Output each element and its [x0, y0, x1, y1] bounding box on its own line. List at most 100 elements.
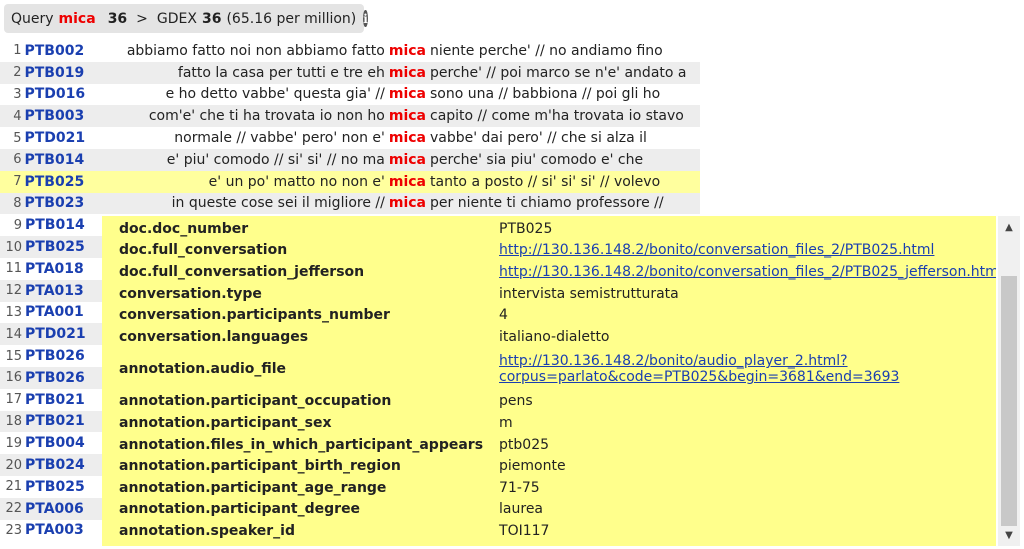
info-key: annotation.participant_age_range — [119, 479, 387, 496]
row-number: 14 — [5, 326, 22, 342]
row-number: 11 — [5, 261, 22, 277]
info-row: annotation.participant_birth_region piemo… — [102, 455, 996, 477]
info-key: annotation.participant_occupation — [119, 393, 392, 410]
info-row: conversation.type intervista semistruttur… — [102, 283, 996, 305]
right-context: capito // come m'ha trovata io stavo — [430, 108, 684, 125]
right-context: vabbe' dai pero' // che si alza il — [430, 130, 647, 147]
document-info-popup: doc.doc_number PTB025 doc.full_conversatio… — [102, 216, 996, 546]
info-value-cell: http://130.136.148.2/bonito/conversation… — [483, 261, 996, 283]
info-row: conversation.participants_number 4 — [102, 304, 996, 326]
info-key: annotation.participant_degree — [119, 501, 361, 518]
keyword-match[interactable]: mica — [385, 195, 430, 211]
left-context: abbiamo fatto noi non abbiamo fatto — [126, 42, 385, 59]
info-key: doc.doc_number — [119, 220, 249, 237]
concordance-row: 1 PTB002 abbiamo fatto noi non abbiamo fat… — [0, 40, 700, 62]
row-number: 13 — [5, 304, 22, 320]
row-doc-id-link[interactable]: PTB014 — [25, 217, 97, 233]
info-key: annotation.files_in_which_participant_ap… — [119, 436, 484, 453]
row-doc-id-link[interactable]: PTA003 — [25, 522, 97, 538]
info-value-cell: intervista semistrutturata — [483, 283, 996, 305]
keyword-match[interactable]: mica — [385, 152, 430, 168]
row-doc-id-link[interactable]: PTD021 — [25, 130, 95, 146]
document-info-table: doc.doc_number PTB025 doc.full_conversatio… — [102, 218, 996, 542]
row-number: 16 — [5, 370, 22, 386]
row-doc-id-link[interactable]: PTB002 — [25, 43, 95, 59]
row-doc-id-link[interactable]: PTB025 — [25, 174, 95, 190]
row-number: 20 — [5, 457, 22, 473]
info-row: annotation.participant_occupation pens — [102, 391, 996, 413]
keyword-match[interactable]: mica — [385, 65, 430, 81]
info-row: doc.full_conversation_jefferson http://13… — [102, 261, 996, 283]
keyword-match[interactable]: mica — [385, 86, 430, 102]
row-doc-id-link[interactable]: PTB014 — [25, 152, 95, 168]
info-value-link[interactable]: http://130.136.148.2/bonito/conversation… — [499, 242, 934, 258]
query-label: Query — [11, 10, 54, 27]
row-doc-id-link[interactable]: PTB019 — [25, 65, 95, 81]
info-row: annotation.participant_sex m — [102, 412, 996, 434]
row-context: normale // vabbe' pero' non e' mica vabbe'… — [95, 130, 700, 146]
right-context: niente perche' // no andiamo fino — [430, 42, 663, 59]
filter-hit-count: 36 — [201, 10, 222, 27]
row-doc-id-link[interactable]: PTB021 — [25, 413, 97, 429]
row-doc-id-link[interactable]: PTB021 — [25, 392, 97, 408]
popup-scrollbar[interactable]: ▲ ▼ — [998, 216, 1020, 546]
info-value-cell: laurea — [483, 499, 996, 521]
row-doc-id-link[interactable]: PTA013 — [25, 283, 97, 299]
row-context: in queste cose sei il migliore //mica per… — [95, 195, 700, 211]
info-key: doc.full_conversation — [119, 242, 288, 259]
info-key: annotation.audio_file — [119, 361, 287, 378]
row-number: 23 — [5, 522, 22, 538]
info-value-cell: 71-75 — [483, 477, 996, 499]
row-doc-id-link[interactable]: PTB004 — [25, 435, 97, 451]
row-doc-id-link[interactable]: PTB026 — [25, 348, 97, 364]
info-value-link[interactable]: http://130.136.148.2/bonito/audio_player… — [499, 353, 899, 385]
info-row: doc.doc_number PTB025 — [102, 218, 996, 240]
left-context: com'e' che ti ha trovata io non ho — [148, 108, 385, 125]
info-row: doc.full_conversation http://130.136.148.… — [102, 240, 996, 262]
concordance-row: 2 PTB019 fatto la casa per tutti e tre eh m… — [0, 61, 700, 84]
row-number: 4 — [13, 108, 22, 124]
row-doc-id-link[interactable]: PTB003 — [25, 108, 95, 124]
scroll-up-arrow-icon[interactable]: ▲ — [998, 218, 1020, 236]
keyword-match[interactable]: mica — [385, 130, 430, 146]
left-context: normale // vabbe' pero' non e' — [174, 130, 385, 147]
keyword-match[interactable]: mica — [385, 174, 430, 190]
row-number: 12 — [5, 283, 22, 299]
row-doc-id-link[interactable]: PTA001 — [25, 304, 97, 320]
info-row: conversation.languages italiano-dialetto — [102, 326, 996, 348]
info-icon[interactable]: i — [363, 10, 368, 27]
row-doc-id-link[interactable]: PTB024 — [25, 457, 97, 473]
info-row: annotation.audio_file http://130.136.148.… — [102, 348, 996, 391]
row-number: 8 — [13, 195, 22, 211]
row-doc-id-link[interactable]: PTB025 — [25, 239, 97, 255]
row-doc-id-link[interactable]: PTB026 — [25, 370, 97, 386]
row-doc-id-link[interactable]: PTA006 — [25, 501, 97, 517]
info-value-cell: piemonte — [483, 455, 996, 477]
info-row: annotation.files_in_which_participant_ap… — [102, 434, 996, 456]
row-doc-id-link[interactable]: PTD016 — [25, 86, 95, 102]
info-key: conversation.type — [119, 285, 262, 302]
row-number: 21 — [5, 479, 22, 495]
left-context: fatto la casa per tutti e tre eh — [177, 64, 385, 81]
row-number: 19 — [5, 435, 22, 451]
row-number: 6 — [13, 152, 22, 168]
row-doc-id-link[interactable]: PTA018 — [25, 261, 97, 277]
info-value: laurea — [499, 501, 544, 518]
scroll-thumb[interactable] — [1001, 276, 1017, 526]
info-value-cell: m — [483, 412, 996, 434]
scroll-down-arrow-icon[interactable]: ▼ — [998, 526, 1020, 544]
concordance-row: 4 PTB003 com'e' che ti ha trovata io non h… — [0, 105, 700, 128]
info-value: 71-75 — [499, 479, 540, 496]
concordance-row: 8 PTB023 in queste cose sei il migliore //… — [0, 192, 700, 215]
info-value-cell: pens — [483, 391, 996, 413]
info-value-link[interactable]: http://130.136.148.2/bonito/conversation… — [499, 264, 996, 280]
keyword-match[interactable]: mica — [385, 43, 430, 59]
info-row: annotation.speaker_id TOI117 — [102, 520, 996, 542]
row-doc-id-link[interactable]: PTB023 — [25, 195, 95, 211]
row-context: com'e' che ti ha trovata io non ho mica ca… — [95, 108, 700, 124]
concordance-row: 7 PTB025 e' un po' matto no non e' mica tant… — [0, 170, 700, 193]
keyword-match[interactable]: mica — [385, 108, 430, 124]
info-key: doc.full_conversation_jefferson — [119, 263, 365, 280]
row-doc-id-link[interactable]: PTD021 — [25, 326, 97, 342]
row-doc-id-link[interactable]: PTB025 — [25, 479, 97, 495]
